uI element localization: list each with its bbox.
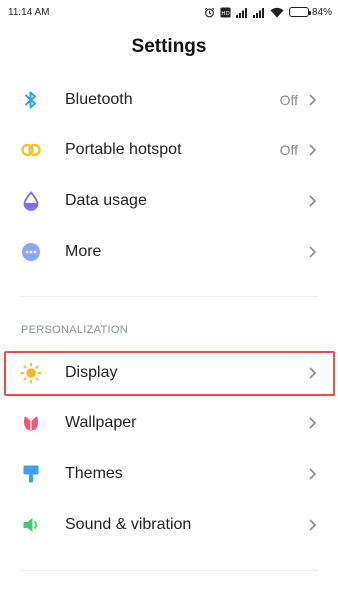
wallpaper-icon [20, 412, 42, 434]
display-label: Display [65, 364, 118, 381]
data-usage-label: Data usage [65, 192, 147, 209]
themes-icon [20, 463, 42, 485]
personalization-header: PERSONALIZATION [21, 324, 128, 336]
portable-hotspot-row[interactable]: Portable hotspot Off [0, 125, 338, 175]
chevron-right-icon [307, 194, 317, 208]
data-usage-row[interactable]: Data usage [0, 176, 338, 226]
display-icon [20, 362, 42, 384]
wallpaper-row[interactable]: Wallpaper [0, 398, 338, 448]
chevron-right-icon [307, 366, 317, 380]
data-usage-icon [20, 190, 42, 212]
sound-icon [20, 514, 42, 536]
more-icon [20, 241, 42, 263]
wifi-icon [270, 7, 284, 18]
chevron-right-icon [307, 93, 317, 107]
page-title: Settings [131, 36, 207, 57]
sound-vibration-label: Sound & vibration [65, 516, 192, 533]
alarm-icon [204, 7, 215, 18]
wallpaper-label: Wallpaper [65, 414, 137, 431]
bluetooth-row[interactable]: Bluetooth Off [0, 75, 338, 125]
sound-vibration-row[interactable]: Sound & vibration [0, 500, 338, 550]
bluetooth-status: Off [279, 92, 298, 108]
themes-label: Themes [65, 465, 123, 482]
section-divider [20, 296, 318, 297]
portable-hotspot-status: Off [279, 142, 298, 158]
status-time: 11:14 AM [8, 6, 50, 18]
portable-hotspot-label: Portable hotspot [65, 141, 182, 158]
chevron-right-icon [307, 143, 317, 157]
more-label: More [65, 243, 102, 260]
status-icons: HD 84% [204, 7, 332, 18]
more-row[interactable]: More [0, 227, 338, 277]
chevron-right-icon [307, 518, 317, 532]
status-bar: 11:14 AM HD 84% [0, 0, 338, 24]
svg-text:HD: HD [221, 10, 229, 16]
chevron-right-icon [307, 467, 317, 481]
volte-icon: HD [220, 6, 231, 18]
chevron-right-icon [307, 245, 317, 259]
display-row[interactable]: Display [0, 348, 338, 398]
chevron-right-icon [307, 416, 317, 430]
themes-row[interactable]: Themes [0, 449, 338, 499]
battery-icon: 84% [288, 6, 332, 18]
section-divider [20, 570, 318, 571]
hotspot-icon [20, 139, 42, 161]
bluetooth-label: Bluetooth [65, 91, 133, 108]
signal-icon [252, 7, 265, 18]
bluetooth-icon [20, 89, 42, 111]
battery-percent: 84% [311, 6, 332, 18]
signal-icon [235, 7, 248, 18]
